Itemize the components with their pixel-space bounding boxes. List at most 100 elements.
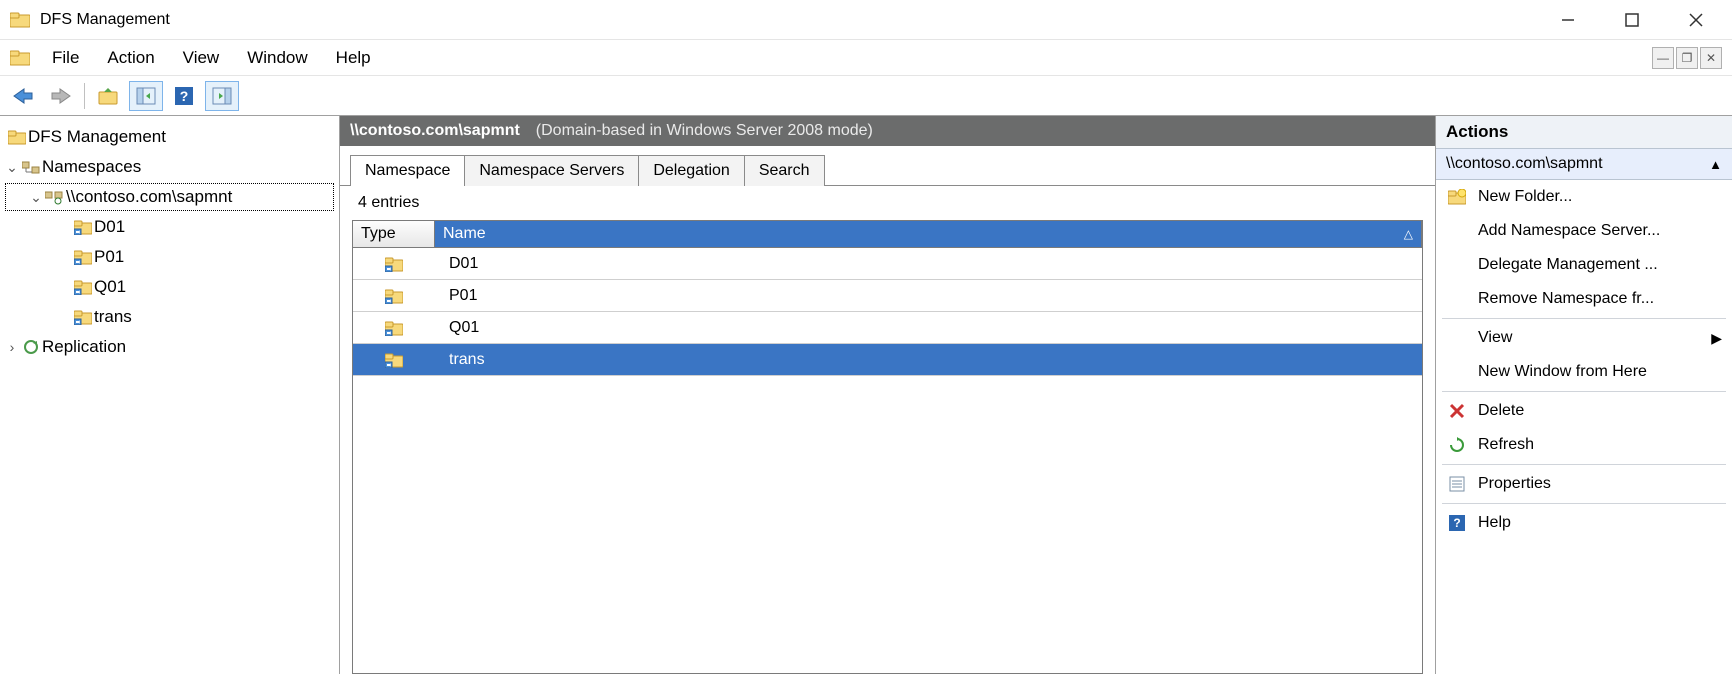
tree-folder[interactable]: trans: [4, 302, 335, 332]
content-path: \\contoso.com\sapmnt: [350, 122, 520, 140]
tree-root[interactable]: DFS Management: [4, 122, 335, 152]
action-separator: [1442, 318, 1726, 319]
folder-link-icon: [72, 309, 94, 325]
tree-namespace-path-label: \\contoso.com\sapmnt: [66, 187, 232, 207]
action-label: Properties: [1478, 475, 1551, 493]
nav-forward-button[interactable]: [44, 81, 78, 111]
tree-folder[interactable]: P01: [4, 242, 335, 272]
help-toolbar-button[interactable]: ?: [167, 81, 201, 111]
action-label: View: [1478, 329, 1512, 347]
action-item[interactable]: Refresh: [1436, 428, 1732, 462]
tree-namespaces[interactable]: ⌄ Namespaces: [4, 152, 335, 182]
tree-namespace-path[interactable]: ⌄ \\contoso.com\sapmnt: [4, 182, 335, 212]
maximize-button[interactable]: [1614, 6, 1650, 34]
menu-view[interactable]: View: [169, 44, 234, 72]
actions-context-label: \\contoso.com\sapmnt: [1446, 155, 1603, 173]
up-folder-button[interactable]: [91, 81, 125, 111]
table-row[interactable]: Q01: [353, 312, 1422, 344]
tab-search[interactable]: Search: [744, 155, 825, 186]
show-hide-tree-button[interactable]: [129, 81, 163, 111]
action-item[interactable]: ? Help: [1436, 506, 1732, 540]
table-row[interactable]: D01: [353, 248, 1422, 280]
folder-link-icon: [72, 249, 94, 265]
entries-table: Type Name△ D01 P01 Q01 trans: [352, 220, 1423, 674]
table-row[interactable]: P01: [353, 280, 1422, 312]
show-hide-action-pane-button[interactable]: [205, 81, 239, 111]
column-name[interactable]: Name△: [435, 221, 1422, 247]
row-name: trans: [435, 347, 1422, 373]
tree-folder-label: Q01: [94, 277, 126, 297]
svg-text:?: ?: [1453, 516, 1460, 530]
action-item[interactable]: New Window from Here: [1436, 355, 1732, 389]
row-type-icon: [353, 316, 435, 340]
tree-folder-label: D01: [94, 217, 125, 237]
menu-action[interactable]: Action: [93, 44, 168, 72]
row-name: Q01: [435, 315, 1422, 341]
properties-icon: [1446, 476, 1468, 492]
actions-context[interactable]: \\contoso.com\sapmnt ▲: [1436, 149, 1732, 180]
delete-icon: [1446, 403, 1468, 419]
table-header: Type Name△: [353, 221, 1422, 248]
action-item[interactable]: New Folder...: [1436, 180, 1732, 214]
tree-folder-label: trans: [94, 307, 132, 327]
app-icon: [6, 6, 34, 34]
menu-window[interactable]: Window: [233, 44, 321, 72]
action-label: Refresh: [1478, 436, 1534, 454]
action-separator: [1442, 464, 1726, 465]
menu-help[interactable]: Help: [322, 44, 385, 72]
tree-panel: DFS Management ⌄ Namespaces ⌄ \\contoso.…: [0, 116, 340, 674]
refresh-icon: [1446, 437, 1468, 453]
row-type-icon: [353, 252, 435, 276]
tree-replication-label: Replication: [42, 337, 126, 357]
tree-folder[interactable]: D01: [4, 212, 335, 242]
row-type-icon: [353, 348, 435, 372]
mdi-close-button[interactable]: ✕: [1700, 47, 1722, 69]
menu-file[interactable]: File: [38, 44, 93, 72]
mdi-minimize-button[interactable]: —: [1652, 47, 1674, 69]
content-panel: \\contoso.com\sapmnt (Domain-based in Wi…: [340, 116, 1436, 674]
close-button[interactable]: [1678, 6, 1714, 34]
dfs-root-icon: [6, 129, 28, 145]
action-item[interactable]: Delegate Management ...: [1436, 248, 1732, 282]
window-title: DFS Management: [40, 11, 1550, 29]
tree-replication[interactable]: › Replication: [4, 332, 335, 362]
action-separator: [1442, 503, 1726, 504]
action-item[interactable]: Remove Namespace fr...: [1436, 282, 1732, 316]
row-name: D01: [435, 251, 1422, 277]
content-mode: (Domain-based in Windows Server 2008 mod…: [536, 122, 873, 140]
tab-delegation[interactable]: Delegation: [638, 155, 745, 186]
mmc-icon: [6, 44, 34, 72]
action-label: Delete: [1478, 402, 1524, 420]
actions-header: Actions: [1436, 116, 1732, 149]
action-item[interactable]: View▶: [1436, 321, 1732, 355]
menu-bar: File Action View Window Help — ❐ ✕: [0, 40, 1732, 76]
help-icon: ?: [1446, 515, 1468, 531]
expander-icon[interactable]: ⌄: [28, 189, 44, 206]
mdi-restore-button[interactable]: ❐: [1676, 47, 1698, 69]
tree-folder[interactable]: Q01: [4, 272, 335, 302]
action-item[interactable]: Add Namespace Server...: [1436, 214, 1732, 248]
table-row[interactable]: trans: [353, 344, 1422, 376]
action-item[interactable]: Properties: [1436, 467, 1732, 501]
action-item[interactable]: Delete: [1436, 394, 1732, 428]
action-separator: [1442, 391, 1726, 392]
sort-asc-icon: △: [1404, 227, 1413, 241]
window-controls: [1550, 6, 1726, 34]
toolbar-separator: [84, 83, 85, 109]
nav-back-button[interactable]: [6, 81, 40, 111]
row-name: P01: [435, 283, 1422, 309]
content-header: \\contoso.com\sapmnt (Domain-based in Wi…: [340, 116, 1435, 146]
action-label: Help: [1478, 514, 1511, 532]
entries-count: 4 entries: [340, 186, 1435, 220]
expander-icon[interactable]: ›: [4, 339, 20, 355]
new-folder-icon: [1446, 189, 1468, 205]
column-type[interactable]: Type: [353, 221, 435, 247]
row-type-icon: [353, 284, 435, 308]
tab-namespace[interactable]: Namespace: [350, 155, 465, 186]
expander-icon[interactable]: ⌄: [4, 159, 20, 176]
collapse-icon[interactable]: ▲: [1709, 157, 1722, 172]
tab-namespace-servers[interactable]: Namespace Servers: [464, 155, 639, 186]
tree-root-label: DFS Management: [28, 127, 166, 147]
minimize-button[interactable]: [1550, 6, 1586, 34]
namespace-node-icon: [44, 189, 66, 205]
